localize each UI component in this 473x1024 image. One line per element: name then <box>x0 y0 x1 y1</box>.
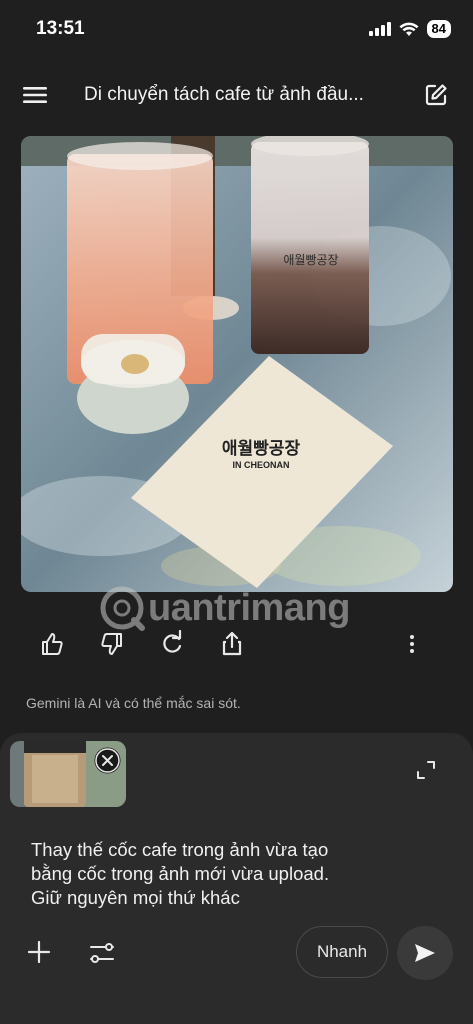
regenerate-icon[interactable] <box>158 630 186 658</box>
napkin-subtext: IN CHEONAN <box>232 460 289 470</box>
napkin-logo: 애월빵공장 <box>222 439 301 459</box>
thumbs-up-icon[interactable] <box>38 630 66 658</box>
share-icon[interactable] <box>218 630 246 658</box>
thumbs-down-icon[interactable] <box>98 630 126 658</box>
prompt-line: bằng cốc trong ảnh mới vừa upload. <box>31 863 330 884</box>
status-time: 13:51 <box>36 18 85 39</box>
wifi-icon <box>399 22 419 36</box>
disclaimer-text: Gemini là AI và có thể mắc sai sót. <box>26 695 241 711</box>
glass-logo: 애월빵공장 <box>283 253 338 267</box>
signal-icon <box>368 22 391 36</box>
status-bar: 13:51 84 <box>0 0 473 58</box>
battery-indicator: 84 <box>426 20 451 38</box>
generated-image[interactable]: 애월빵공장 IN CHEONAN 애월빵공장 <box>21 136 453 592</box>
watermark-text: uantrimang <box>148 586 350 629</box>
chat-title[interactable]: Di chuyển tách cafe từ ảnh đầu... <box>84 84 394 106</box>
watermark-logo-icon <box>100 586 145 631</box>
more-options-icon[interactable] <box>398 630 426 658</box>
close-icon[interactable] <box>94 747 121 774</box>
hamburger-menu-icon[interactable] <box>22 82 48 108</box>
send-button[interactable] <box>397 926 453 980</box>
edit-chat-icon[interactable] <box>423 82 449 108</box>
tools-icon[interactable] <box>88 939 116 967</box>
app-header: Di chuyển tách cafe từ ảnh đầu... <box>0 70 473 122</box>
mode-selector-button[interactable]: Nhanh <box>296 926 388 978</box>
prompt-line: Thay thế cốc cafe trong ảnh vừa tạo <box>31 839 329 860</box>
status-icons: 84 <box>368 20 451 38</box>
send-icon <box>415 944 435 962</box>
response-actions <box>0 626 473 662</box>
composer: Thay thế cốc cafe trong ảnh vừa tạo bằng… <box>0 733 473 1024</box>
plus-icon[interactable] <box>26 939 52 965</box>
expand-icon[interactable] <box>415 759 437 781</box>
prompt-line: Giữ nguyên mọi thứ khác <box>31 887 240 908</box>
prompt-input[interactable]: Thay thế cốc cafe trong ảnh vừa tạo bằng… <box>31 838 431 910</box>
